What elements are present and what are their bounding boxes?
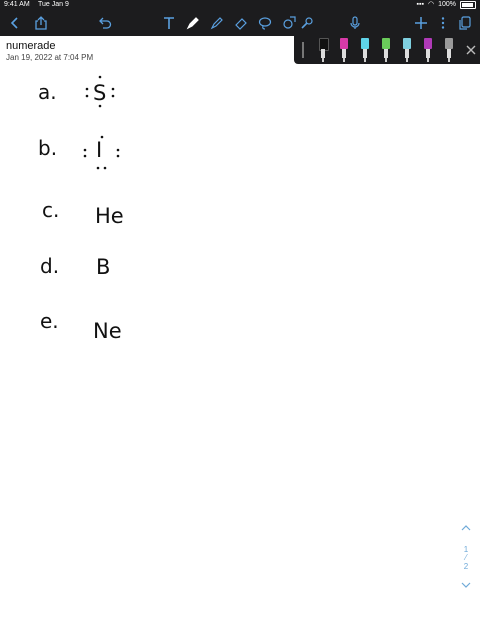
pen-gray[interactable] (444, 38, 454, 62)
item-label-d: d. (40, 254, 60, 278)
undo-icon[interactable] (96, 14, 114, 32)
tray-handle-icon[interactable] (302, 42, 304, 58)
back-icon[interactable] (6, 14, 24, 32)
pen-teal[interactable] (402, 38, 412, 62)
pen-tray (294, 36, 480, 64)
shapes-tool-icon[interactable] (280, 14, 298, 32)
page-separator: ⁄ (465, 553, 467, 562)
document-title[interactable]: numerade (6, 40, 56, 52)
microphone-icon[interactable] (346, 14, 364, 32)
pen-purple[interactable] (423, 38, 433, 62)
electron-dots-b (83, 135, 120, 170)
item-label-a: a. (38, 80, 57, 104)
pages-icon[interactable] (456, 14, 474, 32)
battery-icon (460, 1, 476, 9)
item-label-c: c. (42, 198, 60, 222)
page-down-icon[interactable] (458, 581, 474, 590)
pen-green[interactable] (381, 38, 391, 62)
item-symbol-c: He (95, 204, 124, 228)
item-symbol-e: Ne (93, 319, 122, 343)
close-tray-icon[interactable] (464, 43, 478, 57)
eraser-tool-icon[interactable] (232, 14, 250, 32)
pen-black[interactable] (318, 38, 329, 62)
item-label-e: e. (40, 309, 59, 333)
image-tool-icon[interactable] (298, 14, 316, 32)
pen-cyan[interactable] (360, 38, 370, 62)
pen-tool-icon[interactable] (184, 14, 202, 32)
item-symbol-d: B (96, 255, 111, 279)
item-label-b: b. (38, 136, 58, 160)
page-up-icon[interactable] (458, 524, 474, 533)
page-indicator: 1 ⁄ 2 (458, 524, 474, 590)
more-icon[interactable] (434, 14, 452, 32)
status-bar: 9:41 AM Tue Jan 9 ▪▪▪ ◠ 100% (0, 0, 480, 10)
lasso-tool-icon[interactable] (256, 14, 274, 32)
pen-magenta[interactable] (339, 38, 349, 62)
note-canvas[interactable]: a. S b. I c. He d. B e. Ne (0, 64, 480, 640)
battery-percent: 100% (438, 1, 456, 8)
wifi-icon: ◠ (427, 1, 435, 8)
status-indicators: ▪▪▪ ◠ 100% (417, 0, 476, 10)
add-icon[interactable] (412, 14, 430, 32)
total-pages: 2 (463, 562, 469, 571)
document-date: Jan 19, 2022 at 7:04 PM (6, 53, 94, 62)
signal-icon: ▪▪▪ (416, 1, 424, 8)
toolbar (0, 10, 480, 36)
status-time: 9:41 AM (4, 1, 30, 8)
electron-dots-a (85, 75, 115, 108)
share-icon[interactable] (32, 14, 50, 32)
highlighter-tool-icon[interactable] (208, 14, 226, 32)
text-tool-icon[interactable] (160, 14, 178, 32)
status-date: Tue Jan 9 (38, 1, 69, 8)
